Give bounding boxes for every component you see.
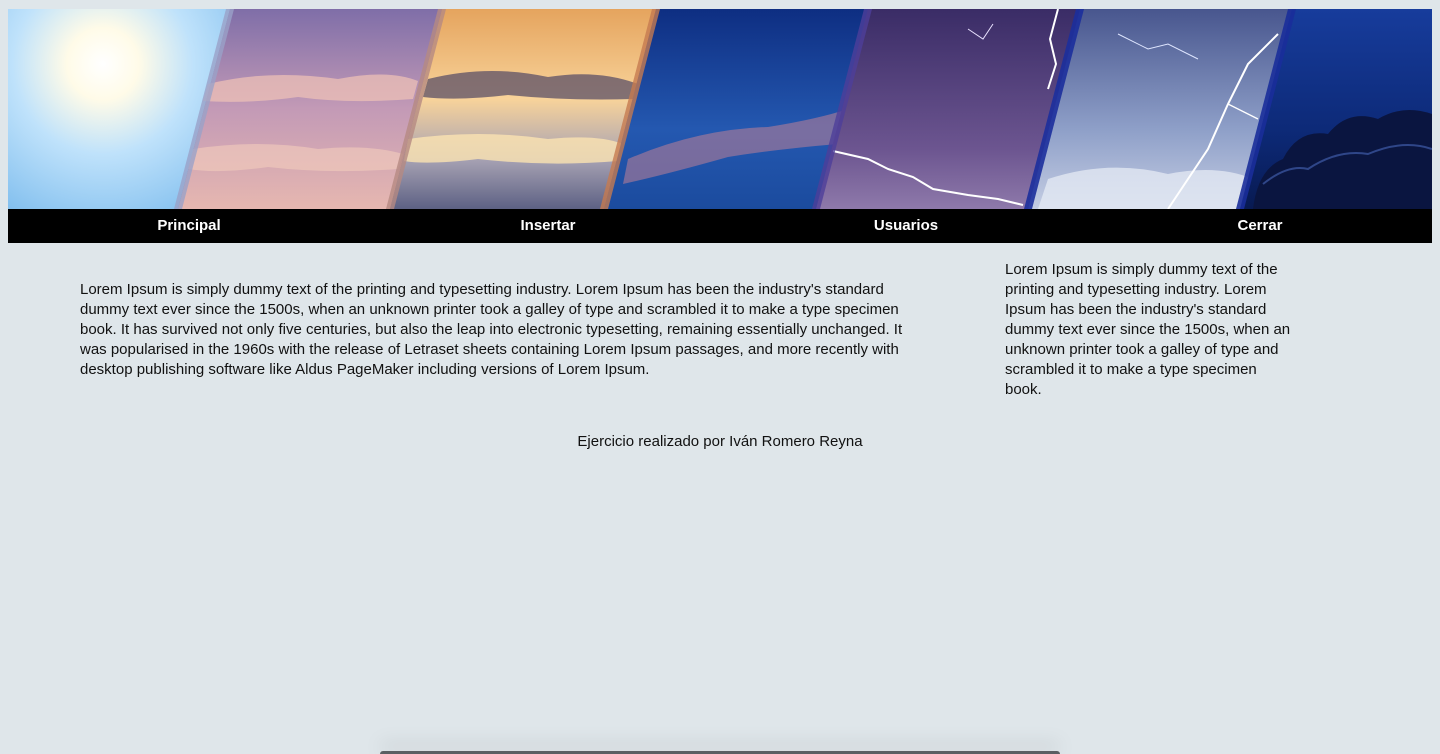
nav-usuarios-link[interactable]: Usuarios [874, 209, 938, 243]
main-paragraph: Lorem Ipsum is simply dummy text of the … [80, 281, 903, 378]
page: Principal Insertar Usuarios Cerrar Lorem… [0, 0, 1440, 754]
nav-principal-link[interactable]: Principal [157, 209, 220, 243]
nav-insertar-link[interactable]: Insertar [520, 209, 575, 243]
side-paragraph: Lorem Ipsum is simply dummy text of the … [1005, 261, 1291, 398]
nav-cerrar-link[interactable]: Cerrar [1237, 209, 1282, 243]
main-navbar: Principal Insertar Usuarios Cerrar [8, 209, 1432, 243]
weather-collage-graphic [8, 9, 1432, 209]
weather-banner-image [8, 9, 1432, 209]
footer-credit: Ejercicio realizado por Iván Romero Reyn… [577, 433, 863, 450]
